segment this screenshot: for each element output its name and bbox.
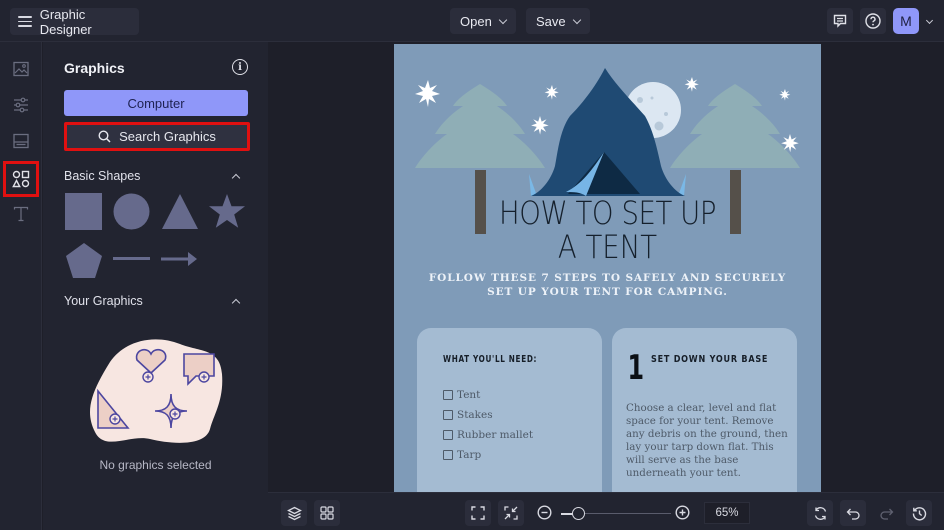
document-subtitle[interactable]: FOLLOW THESE 7 STEPS TO SAFELY AND SECUR…: [394, 272, 821, 299]
needs-card[interactable]: WHAT YOU'LL NEED: Tent Stakes Rubber mal…: [417, 328, 602, 492]
needs-item: Tent: [443, 389, 480, 401]
step-card[interactable]: 1 SET DOWN YOUR BASE Choose a clear, lev…: [612, 328, 797, 492]
step-body: Choose a clear, level and flat space for…: [626, 402, 788, 479]
document-page[interactable]: HOW TO SET UP A TENT FOLLOW THESE 7 STEP…: [394, 44, 821, 492]
search-graphics-button[interactable]: Search Graphics: [64, 122, 250, 151]
layers-button[interactable]: [281, 500, 307, 526]
shape-circle[interactable]: [113, 193, 151, 231]
needs-item: Rubber mallet: [443, 429, 533, 441]
needs-heading: WHAT YOU'LL NEED:: [443, 354, 538, 365]
shape-square[interactable]: [65, 193, 103, 231]
checkbox-icon: [443, 390, 453, 400]
chevron-up-icon[interactable]: [231, 298, 241, 308]
step-heading: SET DOWN YOUR BASE: [651, 354, 769, 365]
grid-icon: [320, 506, 334, 520]
rail-item-text[interactable]: [6, 199, 36, 229]
text-icon: [13, 206, 29, 222]
history-icon: [912, 506, 926, 521]
document-title-line1[interactable]: HOW TO SET UP: [424, 194, 791, 232]
open-dropdown[interactable]: Open: [450, 8, 516, 34]
top-bar: Graphic Designer Open Save M: [0, 0, 944, 42]
subtitle-line1: FOLLOW THESE 7 STEPS TO SAFELY AND SECUR…: [428, 272, 787, 284]
search-graphics-label: Search Graphics: [119, 129, 216, 144]
bottom-toolbar: 65%: [268, 492, 944, 530]
tool-rail: [0, 42, 42, 530]
empty-graphics-text: No graphics selected: [99, 458, 212, 472]
collapse-icon: [504, 506, 518, 520]
chevron-up-icon[interactable]: [231, 173, 241, 183]
redo-button[interactable]: [873, 500, 899, 526]
chevron-down-icon[interactable]: [925, 16, 934, 25]
shapes-icon: [12, 170, 30, 188]
shrink-button[interactable]: [498, 500, 524, 526]
refresh-icon: [814, 506, 826, 520]
layers-icon: [286, 506, 302, 520]
rail-item-layout[interactable]: [6, 126, 36, 156]
rail-item-adjust[interactable]: [6, 90, 36, 120]
shape-triangle[interactable]: [161, 193, 199, 231]
your-graphics-heading: Your Graphics: [64, 294, 143, 308]
chevron-down-icon: [572, 15, 581, 24]
comment-button[interactable]: [827, 8, 853, 34]
subtitle-line2: SET UP YOUR TENT FOR CAMPING.: [487, 285, 728, 298]
shape-arrow[interactable]: [161, 251, 199, 267]
image-icon: [13, 61, 29, 77]
basic-shapes-heading: Basic Shapes: [64, 169, 141, 183]
menu-icon: [18, 16, 32, 27]
needs-item: Stakes: [443, 409, 493, 421]
info-icon[interactable]: i: [232, 59, 248, 75]
avatar[interactable]: M: [893, 8, 919, 34]
undo-button[interactable]: [840, 500, 866, 526]
computer-upload-button[interactable]: Computer: [64, 90, 248, 116]
shape-star[interactable]: [208, 193, 246, 231]
save-dropdown[interactable]: Save: [526, 8, 590, 34]
fit-to-screen-button[interactable]: [465, 500, 491, 526]
grid-view-button[interactable]: [314, 500, 340, 526]
app-title: Graphic Designer: [39, 6, 92, 37]
document-title-line2[interactable]: A TENT: [424, 228, 791, 266]
checkbox-icon: [443, 410, 453, 420]
zoom-out-icon[interactable]: [537, 505, 552, 520]
expand-icon: [471, 506, 485, 520]
save-label: Save: [536, 13, 566, 29]
canvas-area: HOW TO SET UP A TENT FOLLOW THESE 7 STEP…: [268, 42, 944, 492]
app-menu-button[interactable]: Graphic Designer: [10, 6, 139, 37]
empty-graphics-illustration: [90, 339, 223, 443]
layout-icon: [13, 133, 29, 149]
help-button[interactable]: [860, 8, 886, 34]
rail-item-image[interactable]: [6, 54, 36, 84]
zoom-value[interactable]: 65%: [704, 502, 750, 524]
shape-pentagon[interactable]: [65, 242, 103, 280]
zoom-in-icon[interactable]: [675, 505, 690, 520]
chevron-down-icon: [498, 15, 508, 24]
rail-item-graphics[interactable]: [3, 161, 39, 197]
sliders-icon: [14, 97, 28, 113]
graphics-panel: Graphics i Computer Search Graphics Basi…: [43, 42, 268, 530]
checkbox-icon: [443, 430, 453, 440]
shape-line[interactable]: [113, 254, 151, 264]
help-icon: [865, 13, 881, 29]
checkbox-icon: [443, 450, 453, 460]
open-label: Open: [460, 13, 492, 29]
undo-icon: [846, 508, 860, 520]
zoom-slider-thumb[interactable]: [571, 507, 585, 520]
search-icon: [98, 130, 111, 143]
comment-icon: [833, 14, 847, 28]
panel-title: Graphics: [64, 60, 125, 76]
redo-icon: [879, 508, 893, 520]
needs-item: Tarp: [443, 449, 481, 461]
reset-button[interactable]: [807, 500, 833, 526]
step-number: 1: [627, 348, 645, 388]
history-button[interactable]: [906, 500, 932, 526]
